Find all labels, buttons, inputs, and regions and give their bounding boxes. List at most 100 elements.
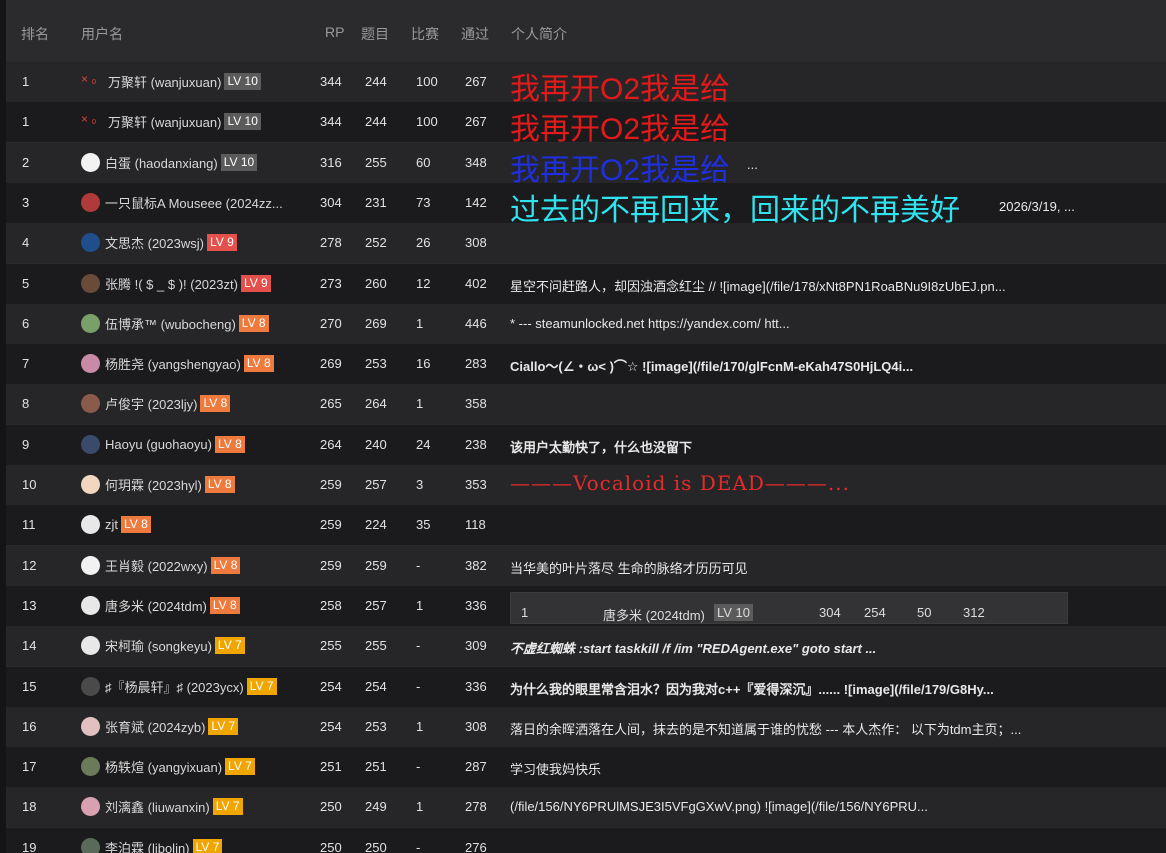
user-cell[interactable]: × ₀ 万聚轩 (wanjuxuan) LV 10	[81, 112, 261, 131]
table-header: 排名 用户名 RP 题目 比赛 通过 个人简介	[6, 0, 1166, 63]
username-link[interactable]: 张育斌 (2024zyb)	[105, 717, 205, 736]
table-row: 12 王肖毅 (2022wxy) LV 8 259 259 - 382 当华美的叶片落尽 生命…	[6, 545, 1166, 587]
username-link[interactable]: 唐多米 (2024tdm)	[105, 596, 207, 615]
username-link[interactable]: 杨胜尧 (yangshengyao)	[105, 354, 241, 373]
username-link[interactable]: zjt	[105, 517, 118, 532]
avatar[interactable]	[81, 475, 100, 494]
avatar[interactable]	[81, 434, 100, 454]
avatar[interactable]	[81, 192, 100, 212]
rank-cell: 9	[22, 436, 30, 452]
avatar[interactable]	[81, 152, 100, 172]
avatar[interactable]	[81, 273, 100, 293]
username-link[interactable]: 张腾 !( $ _ $ )! (2023zt)	[105, 274, 238, 293]
rp-cell: 270	[320, 315, 342, 331]
username-link[interactable]: Haoyu (guohaoyu)	[105, 437, 212, 452]
avatar[interactable]	[81, 676, 100, 696]
username-link[interactable]: 李泊霖 (libolin)	[105, 838, 190, 853]
embedded-name: 唐多米 (2024tdm)	[603, 607, 705, 623]
passed-cell: 142	[465, 194, 487, 210]
username-link[interactable]: 刘漓鑫 (liuwanxin)	[105, 797, 210, 816]
problems-cell: 264	[365, 396, 387, 412]
embedded-rank: 1	[521, 604, 529, 620]
username-link[interactable]: 伍博承™ (wubocheng)	[105, 314, 236, 333]
header-username[interactable]: 用户名	[81, 24, 123, 44]
user-cell[interactable]: 王肖毅 (2022wxy) LV 8	[81, 555, 241, 575]
broken-avatar-icon[interactable]: × ₀	[81, 72, 103, 91]
username-link[interactable]: 杨轶煊 (yangyixuan)	[105, 757, 222, 776]
rp-cell: 265	[320, 396, 342, 412]
rank-cell: 13	[22, 597, 37, 613]
user-cell[interactable]: 卢俊宇 (2023ljy) LV 8	[81, 394, 231, 414]
avatar[interactable]	[81, 797, 100, 817]
user-cell[interactable]: 一只鼠标A Mouseee (2024zz...	[81, 192, 283, 212]
user-cell[interactable]: 伍博承™ (wubocheng) LV 8	[81, 313, 269, 333]
passed-cell: 336	[465, 678, 487, 694]
avatar[interactable]	[81, 595, 100, 615]
contests-cell: -	[416, 557, 421, 573]
user-cell[interactable]: 李泊霖 (libolin) LV 7	[81, 837, 223, 853]
user-cell[interactable]: 张腾 !( $ _ $ )! (2023zt) LV 9	[81, 273, 271, 293]
rank-cell: 11	[22, 517, 36, 533]
header-problems[interactable]: 题目	[361, 24, 389, 44]
username-link[interactable]: 卢俊宇 (2023ljy)	[105, 394, 197, 413]
header-rank[interactable]: 排名	[21, 24, 49, 44]
user-cell[interactable]: 唐多米 (2024tdm) LV 8	[81, 595, 240, 615]
username-link[interactable]: ♯『杨晨轩』♯ (2023ycx)	[105, 677, 244, 696]
intro-text: 为什么我的眼里常含泪水？因为我对c++『爱得深沉』...... ![image]…	[510, 681, 994, 697]
username-link[interactable]: 一只鼠标A Mouseee (2024zz...	[105, 193, 283, 212]
header-rp[interactable]: RP	[325, 24, 344, 40]
table-row: 4 文思杰 (2023wsj) LV 9 278 252 26 308	[6, 223, 1166, 265]
rank-cell: 16	[22, 718, 37, 734]
rp-cell: 273	[320, 275, 342, 291]
embedded-rp: 304	[819, 604, 841, 620]
user-cell[interactable]: 刘漓鑫 (liuwanxin) LV 7	[81, 797, 243, 817]
table-row: 1 × ₀ 万聚轩 (wanjuxuan) LV 10 344 244 100 267 我再开O…	[6, 62, 1166, 106]
user-cell[interactable]: 文思杰 (2023wsj) LV 9	[81, 233, 237, 253]
header-passed[interactable]: 通过	[461, 24, 489, 44]
contests-cell: 16	[416, 356, 431, 372]
user-cell[interactable]: Haoyu (guohaoyu) LV 8	[81, 434, 245, 454]
avatar[interactable]	[81, 716, 100, 736]
username-link[interactable]: 王肖毅 (2022wxy)	[105, 556, 208, 575]
username-link[interactable]: 何玥霖 (2023hyl)	[105, 475, 202, 494]
avatar[interactable]	[81, 394, 100, 414]
username-link[interactable]: 白蛋 (haodanxiang)	[105, 153, 218, 172]
rank-cell: 1	[22, 74, 30, 89]
rp-cell: 250	[320, 799, 342, 815]
avatar[interactable]	[81, 515, 100, 535]
user-cell[interactable]: 宋柯瑜 (songkeyu) LV 7	[81, 636, 245, 656]
rank-cell: 2	[22, 154, 30, 170]
intro-text: 该用户太勤快了，什么也没留下	[510, 439, 693, 455]
user-cell[interactable]: 杨轶煊 (yangyixuan) LV 7	[81, 757, 255, 777]
avatar[interactable]	[81, 354, 100, 374]
rank-cell: 8	[22, 396, 30, 412]
table-row: 16 张育斌 (2024zyb) LV 7 254 253 1 308 落日的余晖洒落在人间，…	[6, 706, 1166, 748]
broken-avatar-icon[interactable]: × ₀	[81, 112, 103, 131]
avatar[interactable]	[81, 555, 100, 575]
user-cell[interactable]: 白蛋 (haodanxiang) LV 10	[81, 152, 258, 172]
passed-cell: 278	[465, 799, 487, 815]
avatar[interactable]	[81, 313, 100, 333]
user-cell[interactable]: zjt LV 8	[81, 515, 151, 535]
level-badge: LV 10	[224, 73, 261, 90]
user-cell[interactable]: 何玥霖 (2023hyl) LV 8	[81, 475, 235, 494]
contests-cell: 1	[416, 396, 424, 412]
user-cell[interactable]: 杨胜尧 (yangshengyao) LV 8	[81, 354, 274, 374]
header-contests[interactable]: 比赛	[411, 24, 439, 44]
rank-cell: 12	[22, 557, 37, 573]
avatar[interactable]	[81, 757, 100, 777]
rank-cell: 3	[22, 194, 30, 210]
username-link[interactable]: 万聚轩 (wanjuxuan)	[108, 112, 221, 131]
passed-cell: 309	[465, 638, 487, 654]
user-cell[interactable]: × ₀ 万聚轩 (wanjuxuan) LV 10	[81, 72, 261, 91]
avatar[interactable]	[81, 233, 100, 253]
avatar[interactable]	[81, 636, 100, 656]
username-link[interactable]: 文思杰 (2023wsj)	[105, 233, 204, 252]
username-link[interactable]: 万聚轩 (wanjuxuan)	[108, 72, 221, 91]
username-link[interactable]: 宋柯瑜 (songkeyu)	[105, 636, 212, 655]
problems-cell: 252	[365, 235, 387, 251]
level-badge: LV 9	[206, 234, 237, 252]
avatar[interactable]	[81, 837, 100, 853]
user-cell[interactable]: 张育斌 (2024zyb) LV 7	[81, 716, 239, 736]
user-cell[interactable]: ♯『杨晨轩』♯ (2023ycx) LV 7	[81, 676, 277, 696]
